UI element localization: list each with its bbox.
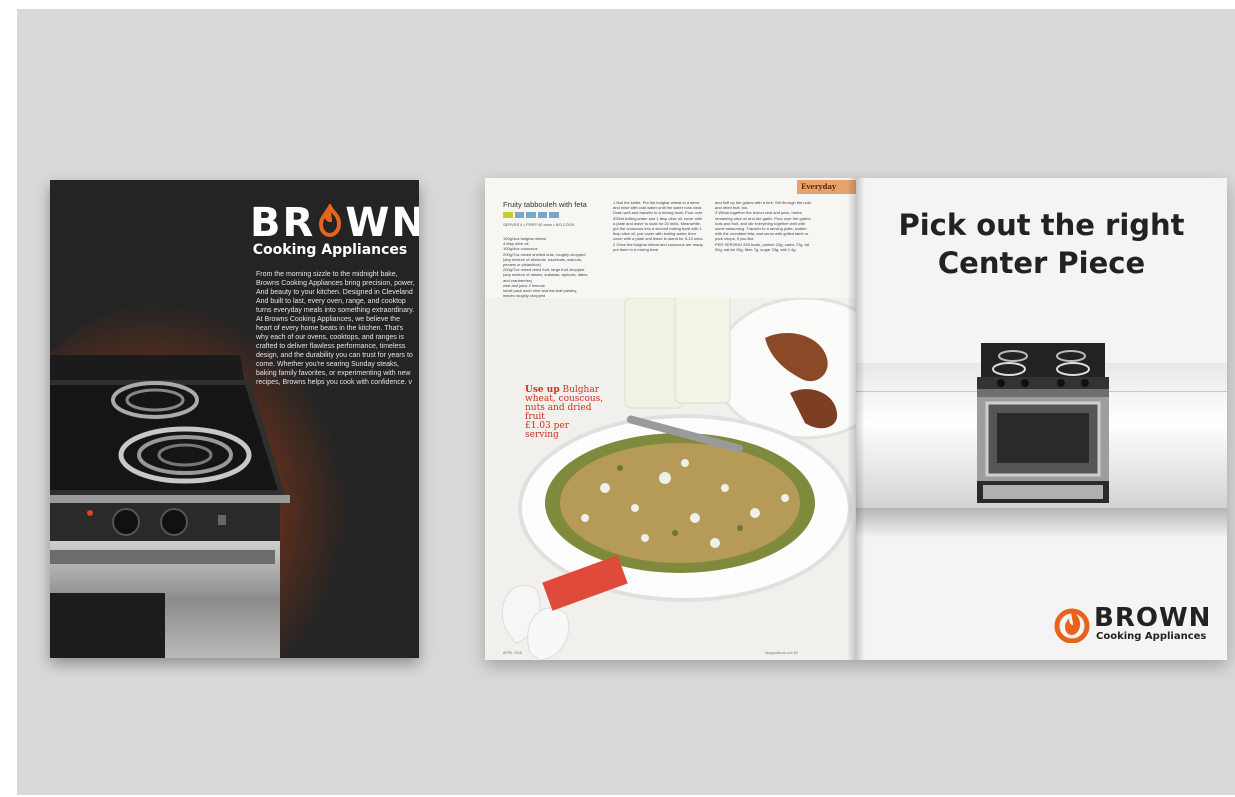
brochure-cover: BR WN Cooking Appliances From the morning… — [50, 180, 419, 658]
brand-left-text: BR — [250, 200, 316, 246]
method-column-1: 1 Boil the kettle. Put the bulghar wheat… — [613, 200, 704, 252]
logo-subtitle: Cooking Appliances — [1096, 631, 1207, 642]
ad-headline: Pick out the right Center Piece — [856, 206, 1227, 282]
footer-page: bbcgoodfood.com 55 — [765, 651, 798, 655]
cover-brand-wordmark: BR WN — [250, 200, 419, 246]
brand-logo: BROWN Cooking Appliances — [1054, 603, 1224, 647]
food-photo — [485, 298, 856, 660]
ad-page: Pick out the right Center Piece BROWN Co… — [856, 178, 1227, 660]
headline-line-2: Center Piece — [937, 246, 1146, 280]
flame-o-icon — [319, 204, 342, 238]
cover-subtitle: Cooking Appliances — [252, 242, 408, 258]
headline-line-1: Pick out the right — [898, 208, 1185, 242]
range-photo — [977, 343, 1109, 503]
footer-date: APRIL 2016 — [503, 651, 522, 655]
magazine-spread: Fruity tabbouleh with feta SERVES 4 • PR… — [485, 178, 1227, 660]
stove-photo — [50, 355, 290, 658]
brand-right-text: WN — [345, 200, 419, 246]
spine-shadow — [847, 178, 865, 660]
serves-info: SERVES 4 • PREP 40 mins • NO COOK — [503, 222, 575, 227]
use-up-price: £1.03 per serving — [525, 421, 570, 440]
shelf-shadow — [856, 508, 1227, 538]
flame-icon — [1054, 608, 1090, 643]
recipe-page: Fruity tabbouleh with feta SERVES 4 • PR… — [485, 178, 856, 660]
diet-tags — [503, 212, 559, 218]
recipe-title: Fruity tabbouleh with feta — [503, 200, 587, 209]
cover-brand: BR WN Cooking Appliances — [250, 200, 419, 258]
logo-wordmark: BROWN — [1094, 603, 1212, 633]
use-up-callout: Use up Bulghar wheat, couscous, nuts and… — [525, 386, 605, 440]
method-column-2: and fluff up the grains with a fork. Sti… — [715, 200, 812, 252]
